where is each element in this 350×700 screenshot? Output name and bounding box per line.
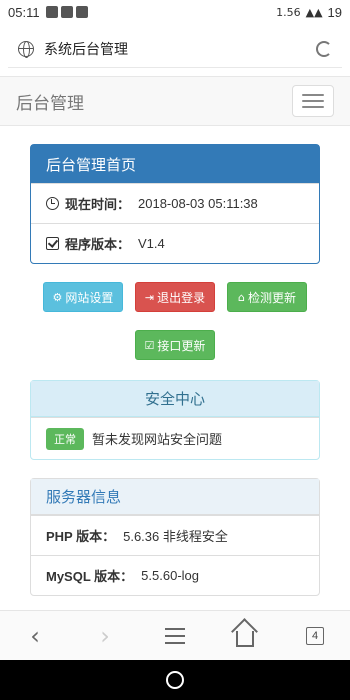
check-update-label: 检测更新 — [247, 290, 296, 305]
current-time-label: 现在时间： — [65, 198, 131, 213]
site-settings-button[interactable]: ⚙ 网站设置 — [43, 282, 123, 312]
site-settings-label: 网站设置 — [65, 290, 114, 305]
check-square-icon: ☑ — [144, 338, 155, 352]
status-badge: 正常 — [46, 427, 84, 450]
status-bar: 05:11 1.56 ▲▲ 19 — [0, 0, 350, 24]
hamburger-icon-line — [302, 106, 324, 108]
clock: 05:11 — [8, 4, 40, 20]
reload-icon[interactable] — [316, 40, 332, 57]
clock-icon — [46, 197, 59, 210]
system-nav-bar — [0, 660, 350, 700]
tab-count: 4 — [306, 626, 324, 645]
status-indicators: 1.56 ▲▲ 19 — [276, 5, 342, 20]
php-version-row: PHP 版本： 5.6.36 非线程安全 — [31, 515, 319, 555]
api-update-label: 接口更新 — [157, 338, 206, 353]
php-version-value: 5.6.36 非线程安全 — [123, 529, 228, 544]
version-label: 程序版本： — [65, 238, 131, 253]
security-panel-title: 安全中心 — [31, 381, 319, 417]
check-square-icon — [46, 237, 59, 250]
mysql-version-row: MySQL 版本： 5.5.60-log — [31, 555, 319, 595]
gear-icon: ⚙ — [52, 290, 63, 304]
hamburger-icon-line — [302, 100, 324, 102]
globe-icon — [18, 40, 34, 58]
battery-level: 19 — [327, 4, 342, 20]
mysql-version-label: MySQL 版本： — [46, 569, 134, 584]
main-content[interactable]: 后台管理首页 现在时间： 2018-08-03 05:11:38 程序版本： V… — [0, 126, 350, 610]
tabs-button[interactable]: 4 — [295, 616, 335, 656]
logout-button[interactable]: ⇥ 退出登录 — [135, 282, 215, 312]
version-value: V1.4 — [138, 236, 165, 251]
address-bar[interactable]: 系统后台管理 — [8, 30, 342, 68]
logout-label: 退出登录 — [157, 290, 206, 305]
security-status-row: 正常 暂未发现网站安全问题 — [31, 417, 319, 459]
chevron-right-icon: › — [100, 621, 110, 650]
home-button[interactable] — [225, 616, 265, 656]
menu-toggle-button[interactable] — [292, 85, 334, 117]
mysql-version-value: 5.5.60-log — [141, 568, 199, 583]
signal-icon: ▲▲ — [305, 5, 323, 19]
notification-icons — [45, 6, 88, 18]
api-update-button[interactable]: ☑ 接口更新 — [135, 330, 215, 360]
current-time-row: 现在时间： 2018-08-03 05:11:38 — [31, 183, 319, 223]
hamburger-icon-line — [302, 94, 324, 96]
server-info-title: 服务器信息 — [31, 479, 319, 515]
dashboard-panel: 后台管理首页 现在时间： 2018-08-03 05:11:38 程序版本： V… — [30, 144, 320, 264]
home-circle-button[interactable] — [166, 671, 184, 689]
back-button[interactable]: ‹ — [15, 616, 55, 656]
menu-button[interactable] — [155, 616, 195, 656]
browser-toolbar: ‹ › 4 — [0, 610, 350, 660]
check-update-button[interactable]: ⌂ 检测更新 — [227, 282, 307, 312]
hamburger-icon — [165, 627, 185, 644]
php-version-label: PHP 版本： — [46, 529, 116, 544]
current-time-value: 2018-08-03 05:11:38 — [138, 196, 258, 211]
home-icon: ⌂ — [238, 290, 245, 304]
forward-button[interactable]: › — [85, 616, 125, 656]
server-info-panel: 服务器信息 PHP 版本： 5.6.36 非线程安全 MySQL 版本： 5.5… — [30, 478, 320, 596]
home-icon — [236, 630, 254, 647]
dashboard-panel-title: 后台管理首页 — [31, 145, 319, 183]
navbar: 后台管理 — [0, 76, 350, 126]
chevron-left-icon: ‹ — [30, 621, 40, 650]
sign-out-icon: ⇥ — [144, 290, 155, 304]
navbar-brand[interactable]: 后台管理 — [16, 89, 84, 114]
security-panel: 安全中心 正常 暂未发现网站安全问题 — [30, 380, 320, 460]
security-message: 暂未发现网站安全问题 — [92, 433, 223, 448]
page-title: 系统后台管理 — [44, 41, 128, 58]
version-row: 程序版本： V1.4 — [31, 223, 319, 263]
network-speed: 1.56 — [276, 5, 301, 19]
